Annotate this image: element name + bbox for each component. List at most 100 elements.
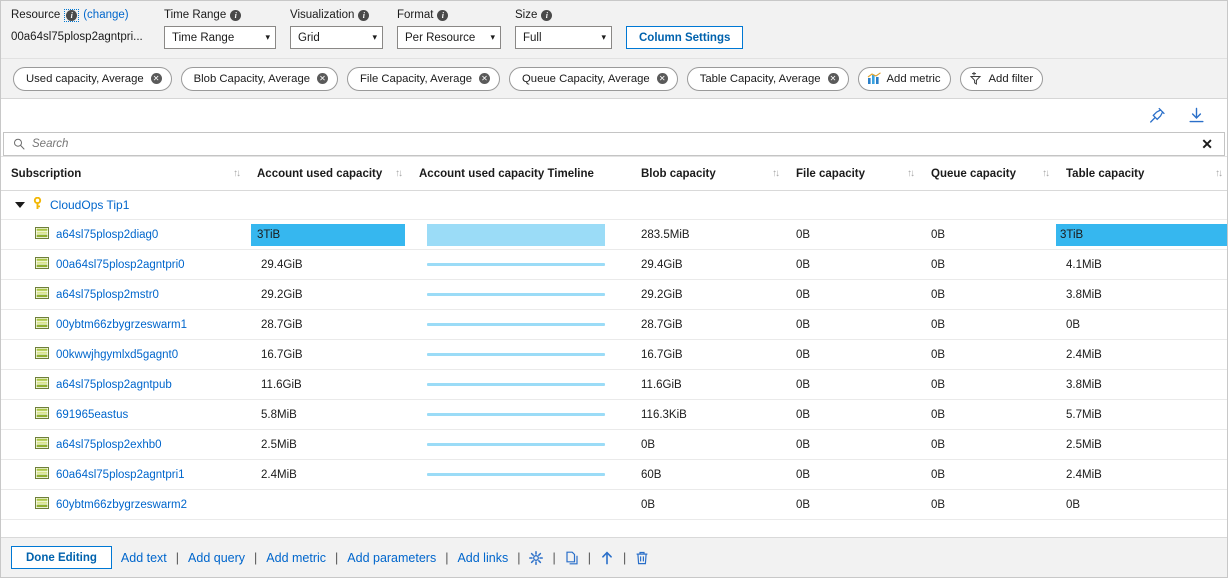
info-icon[interactable]: i — [541, 10, 553, 21]
table-row[interactable]: 00ybtm66zbygrzeswarm1 28.7GiB 28.7GiB 0B 0B 0… — [1, 309, 1227, 340]
timeline-sparkline — [427, 413, 605, 416]
table-row[interactable]: 60a64sl75plosp2agntpri1 2.4MiB 60B 0B 0B 2.4M… — [1, 459, 1227, 490]
format-dropdown[interactable]: Per Resource ▾ — [397, 26, 501, 49]
metric-pill-file-capacity[interactable]: File Capacity, Average ✕ — [347, 66, 501, 91]
column-settings-button[interactable]: Column Settings — [626, 26, 744, 49]
metric-pill-table-capacity[interactable]: Table Capacity, Average ✕ — [686, 66, 849, 91]
resource-name-link[interactable]: 00a64sl75plosp2agntpri0 — [56, 259, 185, 271]
clone-icon[interactable] — [565, 551, 579, 565]
download-icon[interactable] — [1188, 107, 1205, 124]
cell-queue-capacity: 0B — [921, 489, 1056, 520]
used-capacity-value: 2.4MiB — [261, 468, 297, 481]
close-icon[interactable]: ✕ — [1190, 137, 1224, 151]
move-up-icon[interactable] — [600, 550, 614, 565]
cell-table-capacity: 5.7MiB — [1056, 399, 1227, 430]
info-icon[interactable]: i — [64, 9, 80, 22]
table-capacity-highlight: 3TiB — [1056, 223, 1227, 246]
add-metric-button[interactable]: Add metric — [857, 66, 951, 91]
add-metric-link[interactable]: Add metric — [266, 551, 326, 565]
group-row-cloudops-tip1[interactable]: CloudOps Tip1 — [1, 190, 1227, 220]
pin-icon[interactable] — [1149, 107, 1166, 124]
resource-name-link[interactable]: 691965eastus — [56, 409, 128, 421]
delete-trash-icon[interactable] — [635, 551, 649, 565]
triangle-down-icon[interactable] — [15, 202, 25, 208]
storage-account-icon — [35, 317, 49, 332]
resource-name-link[interactable]: a64sl75plosp2exhb0 — [56, 439, 162, 451]
storage-account-icon — [35, 437, 49, 452]
cell-account-used-capacity: 16.7GiB — [247, 339, 409, 370]
search-input[interactable] — [32, 138, 1191, 150]
cell-blob-capacity: 0B — [631, 429, 786, 460]
done-editing-button[interactable]: Done Editing — [11, 546, 112, 569]
close-circle-icon[interactable]: ✕ — [656, 73, 668, 84]
add-text-link[interactable]: Add text — [121, 551, 167, 565]
close-circle-icon[interactable]: ✕ — [479, 73, 491, 84]
workbook-panel: Resource i (change) 00a64sl75plosp2agntp… — [0, 0, 1228, 578]
storage-account-icon — [35, 377, 49, 392]
cell-file-capacity: 0B — [786, 399, 921, 430]
used-capacity-value: 2.5MiB — [261, 438, 297, 451]
column-header-blob-capacity[interactable]: Blob capacity ↑↓ — [631, 156, 786, 191]
used-capacity-value: 29.4GiB — [261, 258, 303, 271]
storage-account-icon — [35, 407, 49, 422]
cell-account-used-capacity: 2.4MiB — [247, 459, 409, 490]
table-row[interactable]: a64sl75plosp2mstr0 29.2GiB 29.2GiB 0B 0B 3.8M… — [1, 279, 1227, 310]
column-header-subscription[interactable]: Subscription ↑↓ — [1, 156, 247, 191]
metric-pill-used-capacity[interactable]: Used capacity, Average ✕ — [13, 66, 172, 91]
format-parameter: Format i Per Resource ▾ — [397, 8, 501, 49]
sort-icon[interactable]: ↑↓ — [772, 168, 780, 179]
table-row[interactable]: 60ybtm66zbygrzeswarm2 0B 0B 0B 0B — [1, 489, 1227, 520]
group-name[interactable]: CloudOps Tip1 — [50, 198, 129, 212]
time-range-label: Time Range — [164, 9, 227, 21]
close-circle-icon[interactable]: ✕ — [317, 73, 329, 84]
column-header-file-capacity[interactable]: File capacity ↑↓ — [786, 156, 921, 191]
column-label: Account used capacity Timeline — [419, 167, 594, 180]
cell-queue-capacity: 0B — [921, 279, 1056, 310]
sort-icon[interactable]: ↑↓ — [395, 168, 403, 179]
table-row[interactable]: a64sl75plosp2agntpub 11.6GiB 11.6GiB 0B 0B 3.… — [1, 369, 1227, 400]
cell-file-capacity: 0B — [786, 429, 921, 460]
table-row[interactable]: a64sl75plosp2exhb0 2.5MiB 0B 0B 0B 2.5MiB — [1, 429, 1227, 460]
add-filter-button[interactable]: Add filter — [959, 66, 1044, 91]
resource-name-link[interactable]: a64sl75plosp2agntpub — [56, 379, 172, 391]
settings-gear-icon[interactable] — [529, 550, 544, 565]
table-row[interactable]: 00kwwjhgymlxd5gagnt0 16.7GiB 16.7GiB 0B 0B 2.… — [1, 339, 1227, 370]
separator: | — [335, 550, 339, 565]
visualization-dropdown[interactable]: Grid ▾ — [290, 26, 383, 49]
close-circle-icon[interactable]: ✕ — [827, 73, 839, 84]
resource-name-link[interactable]: 00kwwjhgymlxd5gagnt0 — [56, 349, 178, 361]
add-parameters-link[interactable]: Add parameters — [347, 551, 436, 565]
sort-icon[interactable]: ↑↓ — [233, 168, 241, 179]
table-row[interactable]: 691965eastus 5.8MiB 116.3KiB 0B 0B 5.7MiB — [1, 399, 1227, 430]
resource-name-link[interactable]: 60ybtm66zbygrzeswarm2 — [56, 499, 187, 511]
close-circle-icon[interactable]: ✕ — [150, 73, 162, 84]
pill-label: Queue Capacity, Average — [522, 72, 650, 85]
parameter-toolbar: Resource i (change) 00a64sl75plosp2agntp… — [1, 1, 1227, 59]
metric-pill-queue-capacity[interactable]: Queue Capacity, Average ✕ — [509, 66, 678, 91]
sort-icon[interactable]: ↑↓ — [1042, 168, 1050, 179]
table-row[interactable]: a64sl75plosp2diag0 3TiB 283.5MiB 0B 0B 3TiB — [1, 219, 1227, 250]
resource-name-link[interactable]: a64sl75plosp2diag0 — [56, 229, 158, 241]
info-icon[interactable]: i — [230, 10, 242, 21]
info-icon[interactable]: i — [358, 10, 370, 21]
separator: | — [552, 550, 556, 565]
column-header-account-used-capacity-timeline[interactable]: Account used capacity Timeline — [409, 156, 631, 191]
resource-name-link[interactable]: 00ybtm66zbygrzeswarm1 — [56, 319, 187, 331]
timeline-sparkline — [427, 323, 605, 326]
sort-icon[interactable]: ↑↓ — [1215, 168, 1223, 179]
table-row[interactable]: 00a64sl75plosp2agntpri0 29.4GiB 29.4GiB 0B 0… — [1, 249, 1227, 280]
time-range-dropdown[interactable]: Time Range ▾ — [164, 26, 276, 49]
info-icon[interactable]: i — [437, 10, 449, 21]
sort-icon[interactable]: ↑↓ — [907, 168, 915, 179]
add-query-link[interactable]: Add query — [188, 551, 245, 565]
resource-change-link[interactable]: (change) — [83, 8, 128, 23]
resource-name-link[interactable]: a64sl75plosp2mstr0 — [56, 289, 159, 301]
column-header-queue-capacity[interactable]: Queue capacity ↑↓ — [921, 156, 1056, 191]
cell-file-capacity: 0B — [786, 309, 921, 340]
size-dropdown[interactable]: Full ▾ — [515, 26, 612, 49]
add-links-link[interactable]: Add links — [457, 551, 508, 565]
column-header-account-used-capacity[interactable]: Account used capacity ↑↓ — [247, 156, 409, 191]
column-header-table-capacity[interactable]: Table capacity ↑↓ — [1056, 156, 1227, 191]
resource-name-link[interactable]: 60a64sl75plosp2agntpri1 — [56, 469, 185, 481]
metric-pill-blob-capacity[interactable]: Blob Capacity, Average ✕ — [180, 66, 339, 91]
